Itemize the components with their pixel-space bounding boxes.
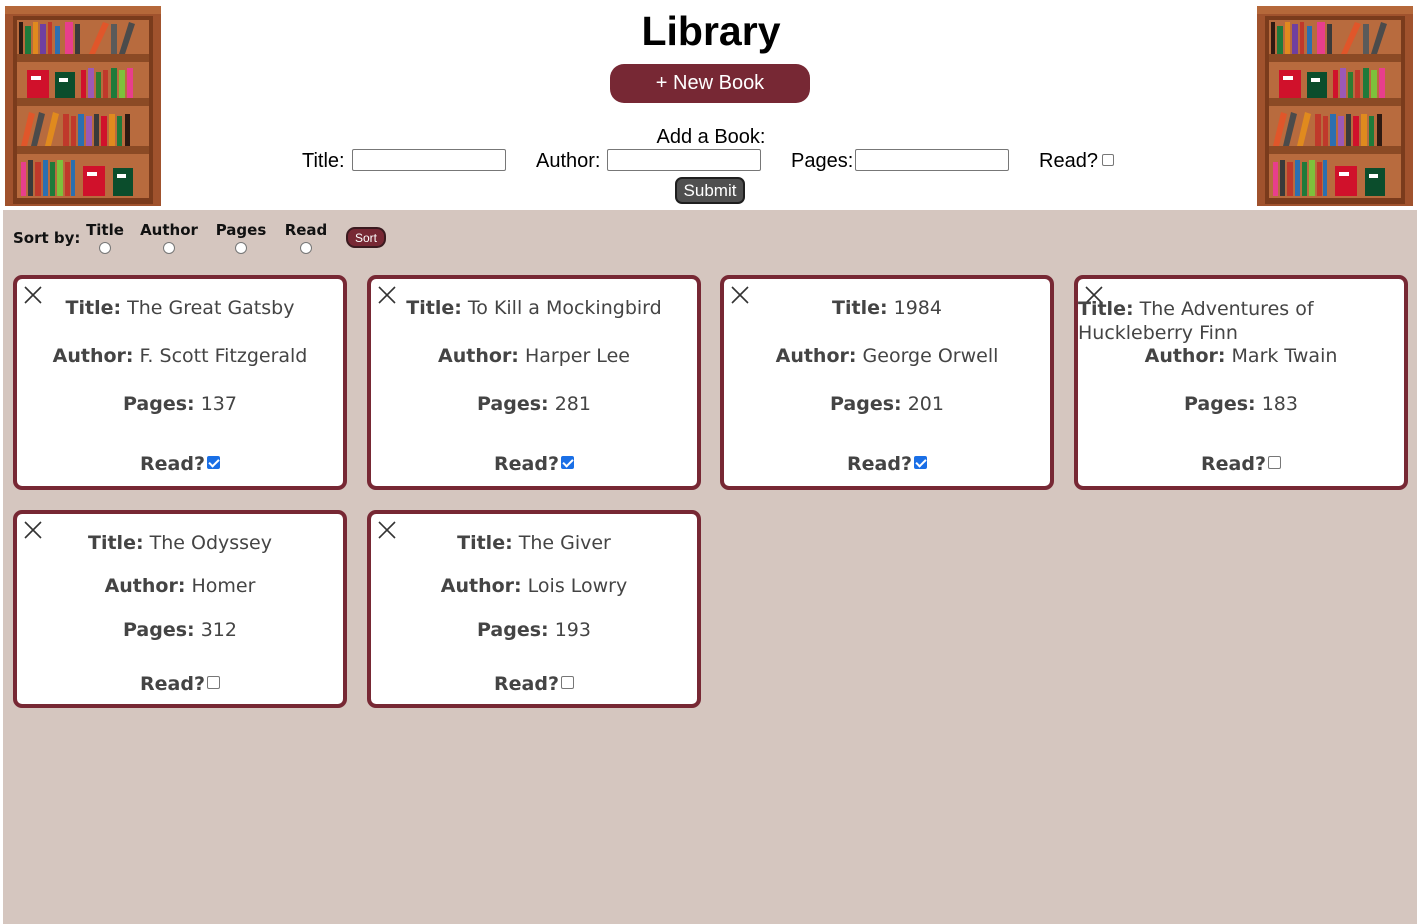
- read-checkbox[interactable]: [206, 676, 220, 689]
- book-author: Author: Homer: [104, 575, 256, 597]
- sort-button[interactable]: Sort: [346, 227, 386, 248]
- book-read: Read?: [371, 453, 697, 475]
- book-pages: Pages: 281: [477, 393, 591, 415]
- sort-option-label: Author: [140, 221, 198, 239]
- sort-pages-radio[interactable]: [235, 242, 247, 254]
- book-title: Title: The Giver: [457, 532, 611, 554]
- book-title: Title: To Kill a Mockingbird: [406, 297, 662, 319]
- book-author: Author: Lois Lowry: [440, 575, 628, 597]
- book-read: Read?: [17, 453, 343, 475]
- book-author: Author: George Orwell: [775, 345, 999, 367]
- book-pages: Pages: 312: [123, 619, 237, 641]
- book-pages: Pages: 193: [477, 619, 591, 641]
- book-card: Title: The Odyssey Author: Homer Pages: …: [13, 510, 347, 708]
- book-author: Author: Mark Twain: [1144, 345, 1338, 367]
- sort-label: Sort by:: [13, 229, 81, 247]
- title-field[interactable]: [352, 149, 506, 171]
- book-title: Title: 1984: [832, 297, 942, 319]
- pages-field[interactable]: [855, 149, 1009, 171]
- sort-option-label: Title: [86, 221, 124, 239]
- pages-field-label: Pages:: [791, 150, 854, 172]
- sort-author-radio[interactable]: [163, 242, 175, 254]
- book-read: Read?: [371, 673, 697, 695]
- sort-option-pages[interactable]: Pages: [215, 221, 267, 254]
- sort-option-title[interactable]: Title: [85, 221, 125, 254]
- book-card: Title: The Adventures of Huckleberry Fin…: [1074, 275, 1408, 490]
- book-title: Title: The Odyssey: [88, 532, 272, 554]
- book-pages: Pages: 137: [123, 393, 237, 415]
- sort-read-radio[interactable]: [300, 242, 312, 254]
- sort-option-label: Read: [284, 221, 328, 239]
- read-checkbox[interactable]: [206, 456, 220, 469]
- header: Library + New Book Add a Book: Title: Au…: [0, 0, 1422, 210]
- sort-title-radio[interactable]: [99, 242, 111, 254]
- book-author: Author: Harper Lee: [438, 345, 630, 367]
- sort-option-read[interactable]: Read: [283, 221, 329, 254]
- read-checkbox[interactable]: [1267, 456, 1281, 469]
- sort-option-label: Pages: [215, 221, 267, 239]
- book-card: Title: 1984 Author: George Orwell Pages:…: [720, 275, 1054, 490]
- book-title: Title: The Adventures of Huckleberry Fin…: [1078, 298, 1314, 344]
- book-card: Title: The Giver Author: Lois Lowry Page…: [367, 510, 701, 708]
- new-book-button[interactable]: + New Book: [610, 64, 810, 103]
- book-card: Title: The Great Gatsby Author: F. Scott…: [13, 275, 347, 490]
- read-checkbox[interactable]: [560, 456, 574, 469]
- book-author: Author: F. Scott Fitzgerald: [52, 345, 308, 367]
- author-field[interactable]: [607, 149, 761, 171]
- add-book-form: Title: Author: Pages: Read?: [0, 148, 1422, 174]
- read-checkbox[interactable]: [1102, 154, 1114, 166]
- sort-option-author[interactable]: Author: [140, 221, 198, 254]
- title-field-label: Title:: [302, 150, 345, 172]
- book-title: Title: The Great Gatsby: [65, 297, 295, 319]
- read-field-label: Read?: [1039, 150, 1098, 172]
- library-main: Sort by: Title Author Pages Read Sort Ti…: [3, 210, 1417, 924]
- book-pages: Pages: 183: [1184, 393, 1298, 415]
- read-checkbox[interactable]: [560, 676, 574, 689]
- page-title: Library: [641, 8, 781, 54]
- book-read: Read?: [724, 453, 1050, 475]
- submit-button[interactable]: Submit: [675, 177, 745, 204]
- book-pages: Pages: 201: [830, 393, 944, 415]
- book-card: Title: To Kill a Mockingbird Author: Har…: [367, 275, 701, 490]
- book-read: Read?: [1078, 453, 1404, 475]
- add-book-heading: Add a Book:: [656, 126, 766, 148]
- author-field-label: Author:: [536, 150, 601, 172]
- read-checkbox[interactable]: [913, 456, 927, 469]
- book-read: Read?: [17, 673, 343, 695]
